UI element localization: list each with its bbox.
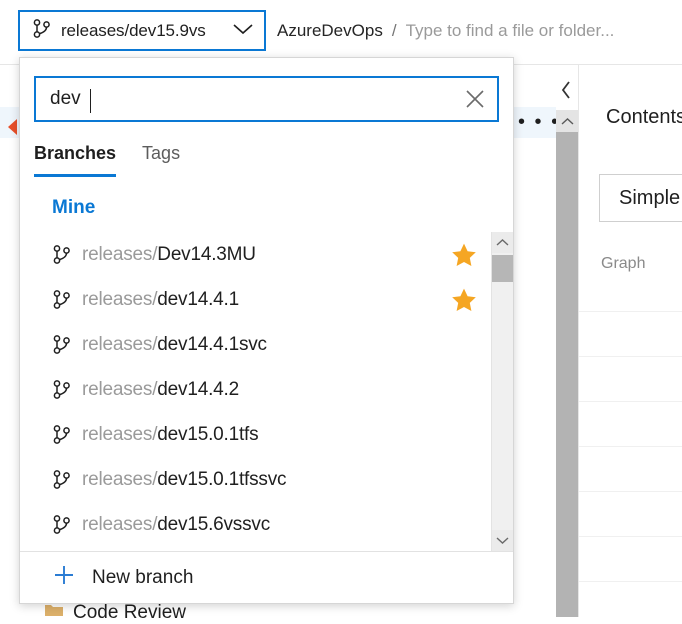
close-icon — [466, 90, 484, 108]
branch-list-item[interactable]: releases/dev15.6vssvc — [20, 502, 491, 547]
breadcrumb-repo[interactable]: AzureDevOps — [277, 21, 383, 41]
change-marker-icon — [8, 119, 17, 135]
branch-name-prefix: releases/ — [82, 378, 158, 400]
favorite-star-placeholder — [451, 332, 477, 358]
simple-button[interactable]: Simple — [599, 174, 682, 222]
branch-name-prefix: releases/ — [82, 333, 158, 355]
branch-list-item[interactable]: releases/dev15.0.1tfs — [20, 412, 491, 457]
pane-row-divider — [579, 446, 682, 447]
branch-name-suffix: dev15.6vssvc — [157, 513, 271, 535]
branch-icon — [52, 424, 82, 445]
pane-row-divider — [579, 536, 682, 537]
folder-row-code-review[interactable]: Code Review — [44, 602, 186, 624]
branch-picker-dropdown: Branches Tags Mine releases/Dev14.3MUrel… — [19, 57, 514, 604]
pane-row-divider — [579, 401, 682, 402]
contents-pane: Contents Simple Graph — [579, 65, 682, 617]
group-header-mine: Mine — [52, 197, 96, 218]
folder-icon — [44, 602, 64, 624]
branch-name: releases/Dev14.3MU — [82, 244, 451, 266]
scroll-up-button[interactable] — [556, 110, 578, 132]
branch-name-suffix: dev14.4.1 — [157, 288, 239, 310]
dropdown-tabs: Branches Tags — [34, 143, 513, 177]
scrollbar-thumb[interactable] — [556, 132, 578, 617]
branch-name-prefix: releases/ — [82, 423, 158, 445]
pane-row-divider — [579, 311, 682, 312]
branch-list-region: Mine releases/Dev14.3MU releases/dev14.4.… — [20, 189, 513, 551]
favorite-star-placeholder — [451, 512, 477, 538]
branch-list-item[interactable]: releases/dev14.4.1svc — [20, 322, 491, 367]
branch-list-item[interactable]: releases/dev14.4.2 — [20, 367, 491, 412]
row-overflow-menu-button[interactable]: • • • — [518, 112, 560, 132]
branch-name: releases/dev14.4.2 — [82, 379, 451, 401]
branch-picker-label: releases/dev15.9vs — [61, 20, 206, 40]
favorite-star-placeholder — [451, 467, 477, 493]
branch-icon — [52, 469, 82, 490]
scrollbar-thumb[interactable] — [492, 255, 513, 282]
favorite-star-icon[interactable] — [451, 242, 477, 268]
text-caret — [90, 89, 91, 113]
breadcrumb: AzureDevOps / Type to find a file or fol… — [277, 10, 614, 51]
branch-name: releases/dev15.0.1tfssvc — [82, 469, 451, 491]
branch-list-scrollbar[interactable] — [491, 232, 513, 551]
branch-name-prefix: releases/ — [82, 243, 158, 265]
pane-row-divider — [579, 356, 682, 357]
new-branch-button[interactable]: New branch — [20, 551, 513, 603]
branch-list-item[interactable]: releases/dev14.4.1 — [20, 277, 491, 322]
folder-row-label: Code Review — [73, 602, 186, 623]
plus-icon — [52, 563, 76, 593]
clear-search-button[interactable] — [453, 78, 497, 120]
chevron-down-icon — [232, 21, 254, 41]
branch-icon — [52, 379, 82, 400]
branch-name-prefix: releases/ — [82, 288, 158, 310]
pane-title: Contents — [606, 106, 682, 128]
branch-list-item[interactable]: releases/dev15.7 — [20, 547, 491, 551]
graph-label: Graph — [601, 255, 646, 272]
branch-name-suffix: Dev14.3MU — [157, 243, 256, 265]
branch-list[interactable]: releases/Dev14.3MU releases/dev14.4.1 rele… — [20, 232, 491, 551]
branch-name-suffix: dev14.4.1svc — [157, 333, 267, 355]
branch-name-suffix: dev15.0.1tfs — [157, 423, 259, 445]
branch-search-box — [34, 76, 499, 122]
branch-name-suffix: dev15.0.1tfssvc — [157, 468, 287, 490]
branch-list-item[interactable]: releases/dev15.0.1tfssvc — [20, 457, 491, 502]
branch-name-prefix: releases/ — [82, 468, 158, 490]
file-tree-scrollbar[interactable] — [556, 65, 578, 617]
pane-row-divider — [579, 491, 682, 492]
breadcrumb-separator: / — [391, 20, 397, 40]
tab-tags[interactable]: Tags — [142, 143, 180, 177]
branch-icon — [52, 244, 82, 265]
branch-list-item[interactable]: releases/Dev14.3MU — [20, 232, 491, 277]
branch-icon — [32, 18, 52, 44]
branch-name-suffix: dev14.4.2 — [157, 378, 239, 400]
new-branch-label: New branch — [92, 566, 194, 588]
branch-icon — [52, 514, 82, 535]
branch-name: releases/dev15.0.1tfs — [82, 424, 451, 446]
branch-icon — [52, 334, 82, 355]
favorite-star-icon[interactable] — [451, 287, 477, 313]
branch-icon — [52, 289, 82, 310]
tab-branches[interactable]: Branches — [34, 143, 117, 177]
branch-name: releases/dev14.4.1 — [82, 289, 451, 311]
pane-row-divider — [579, 581, 682, 582]
collapse-panel-button[interactable] — [554, 78, 578, 102]
scroll-up-button[interactable] — [492, 232, 513, 253]
scroll-down-button[interactable] — [492, 530, 513, 551]
branch-picker-button[interactable]: releases/dev15.9vs — [18, 10, 266, 51]
favorite-star-placeholder — [451, 422, 477, 448]
branch-search-input[interactable] — [36, 78, 453, 120]
branch-name-prefix: releases/ — [82, 513, 158, 535]
branch-name: releases/dev14.4.1svc — [82, 334, 451, 356]
branch-name: releases/dev15.6vssvc — [82, 514, 451, 536]
file-search-placeholder[interactable]: Type to find a file or folder... — [406, 21, 615, 41]
favorite-star-placeholder — [451, 377, 477, 403]
